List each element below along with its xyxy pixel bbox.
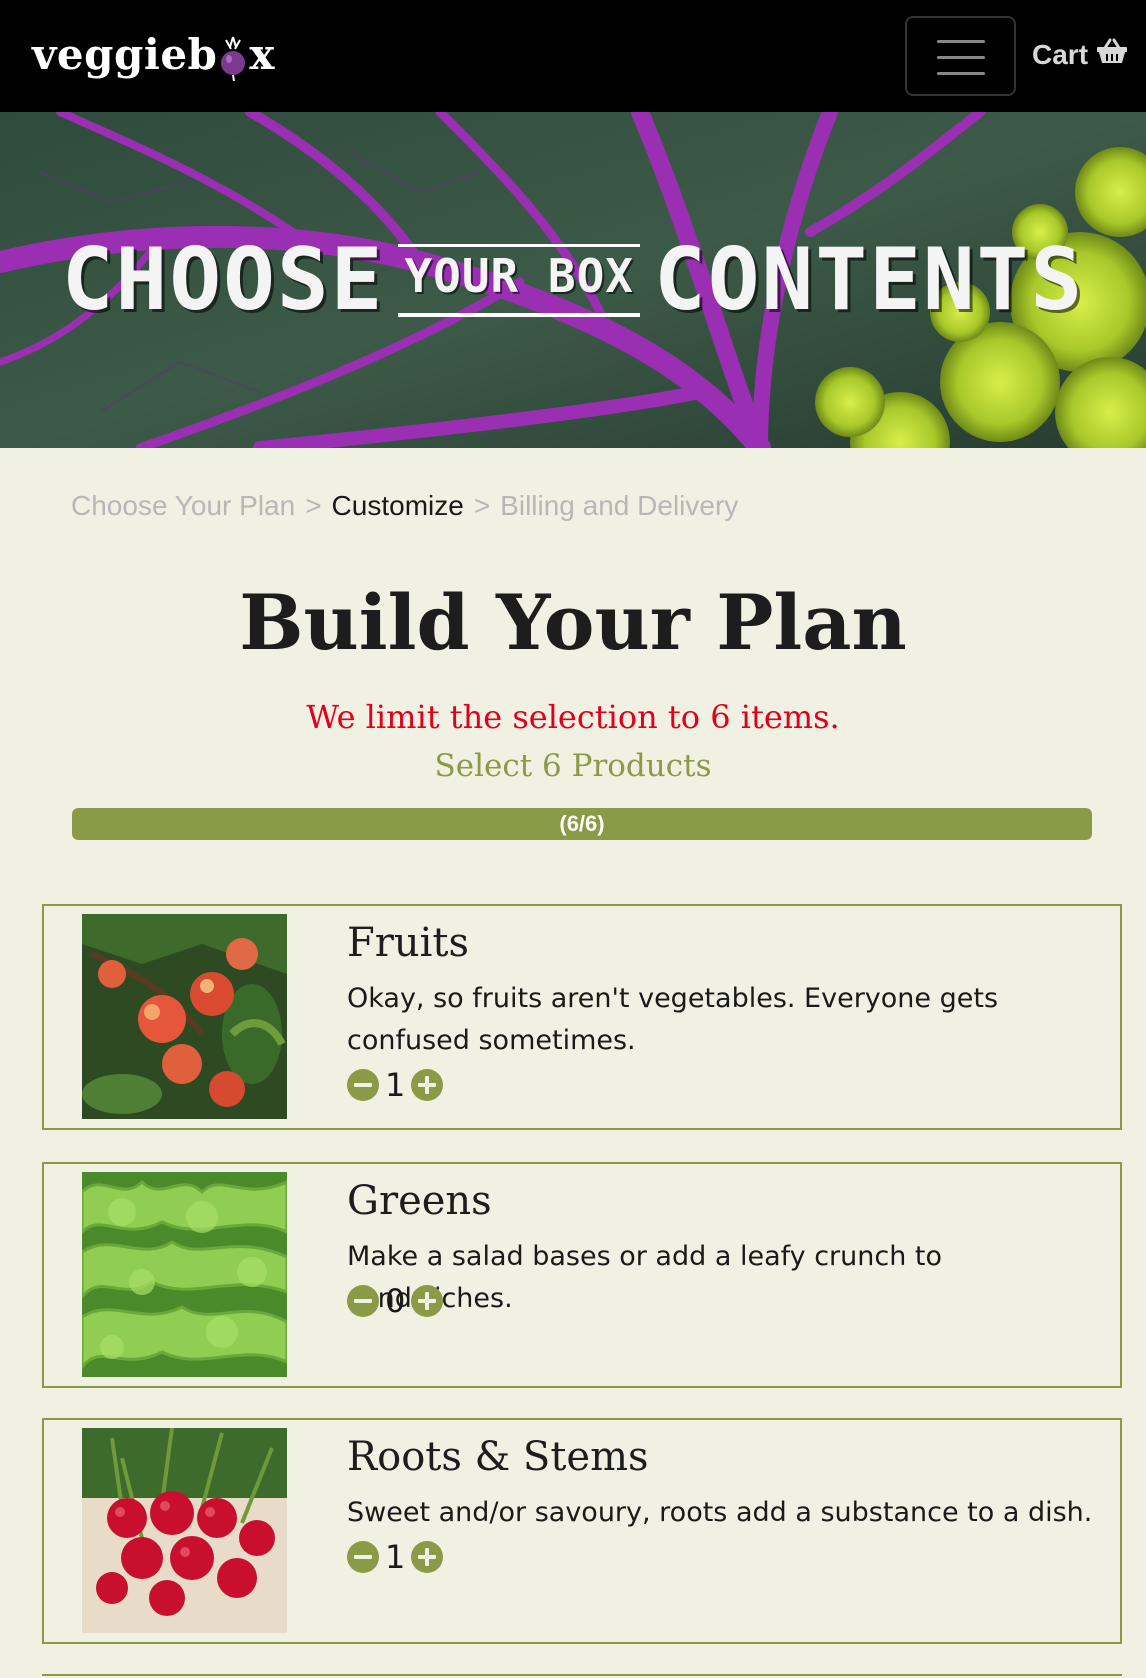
product-name: Greens bbox=[347, 1178, 492, 1224]
plus-circle-icon[interactable] bbox=[411, 1285, 444, 1317]
hero-title-mid: YOUR BOX bbox=[398, 243, 640, 317]
hamburger-icon bbox=[937, 40, 985, 43]
hero-title: CHOOSE YOUR BOX CONTENTS bbox=[0, 230, 1146, 330]
selection-progress-bar: (6/6) bbox=[72, 808, 1092, 840]
breadcrumb-step-customize: Customize bbox=[331, 490, 464, 521]
quantity-stepper: 0 bbox=[347, 1282, 444, 1320]
product-description: Okay, so fruits aren't vegetables. Every… bbox=[347, 983, 999, 1056]
quantity-value: 0 bbox=[385, 1282, 406, 1320]
product-description: Make a salad bases or add a leafy crunch… bbox=[347, 1241, 943, 1314]
roots-stems-image bbox=[82, 1428, 287, 1633]
quantity-stepper: 1 bbox=[347, 1538, 444, 1576]
basket-icon bbox=[1096, 38, 1128, 71]
breadcrumb-step-billing: Billing and Delivery bbox=[500, 490, 739, 521]
quantity-value: 1 bbox=[385, 1538, 406, 1576]
brand-logo[interactable]: veggieb x bbox=[32, 30, 275, 81]
menu-toggle-button[interactable] bbox=[905, 16, 1016, 96]
hero-banner: CHOOSE YOUR BOX CONTENTS bbox=[0, 112, 1146, 448]
hero-title-right: CONTENTS bbox=[654, 230, 1085, 330]
fruits-image bbox=[82, 914, 287, 1119]
breadcrumb: Choose Your Plan > Customize > Billing a… bbox=[71, 490, 738, 522]
plus-circle-icon[interactable] bbox=[411, 1069, 444, 1101]
greens-image bbox=[82, 1172, 287, 1377]
cart-link[interactable]: Cart bbox=[1032, 38, 1128, 71]
product-card-fruits: Fruits Okay, so fruits aren't vegetables… bbox=[42, 904, 1122, 1130]
progress-label: (6/6) bbox=[559, 811, 605, 836]
minus-circle-icon[interactable] bbox=[347, 1541, 379, 1573]
product-name: Roots & Stems bbox=[347, 1434, 649, 1480]
logo-text-left: veggieb bbox=[32, 30, 218, 79]
logo-text-right: x bbox=[249, 30, 275, 79]
product-card-next-edge bbox=[42, 1674, 1122, 1678]
quantity-stepper: 1 bbox=[347, 1066, 444, 1104]
minus-circle-icon[interactable] bbox=[347, 1285, 379, 1317]
product-description: Sweet and/or savoury, roots add a substa… bbox=[347, 1497, 1093, 1528]
product-name: Fruits bbox=[347, 920, 470, 966]
plus-circle-icon[interactable] bbox=[411, 1541, 444, 1573]
page-title: Build Your Plan bbox=[239, 578, 907, 667]
quantity-value: 1 bbox=[385, 1066, 406, 1104]
navbar: veggieb x Cart bbox=[0, 0, 1146, 112]
breadcrumb-step-choose-plan[interactable]: Choose Your Plan bbox=[71, 490, 295, 522]
breadcrumb-separator: > bbox=[473, 490, 491, 521]
minus-circle-icon[interactable] bbox=[347, 1069, 379, 1101]
hero-title-left: CHOOSE bbox=[61, 230, 385, 330]
breadcrumb-separator: > bbox=[305, 490, 322, 521]
beet-icon bbox=[218, 35, 248, 81]
selection-limit-message: We limit the selection to 6 items. bbox=[306, 698, 840, 736]
product-card-greens: Greens Make a salad bases or add a leafy… bbox=[42, 1162, 1122, 1388]
select-products-subtitle: Select 6 Products bbox=[434, 748, 712, 784]
product-card-roots-stems: Roots & Stems Sweet and/or savoury, root… bbox=[42, 1418, 1122, 1644]
cart-label: Cart bbox=[1032, 38, 1089, 70]
